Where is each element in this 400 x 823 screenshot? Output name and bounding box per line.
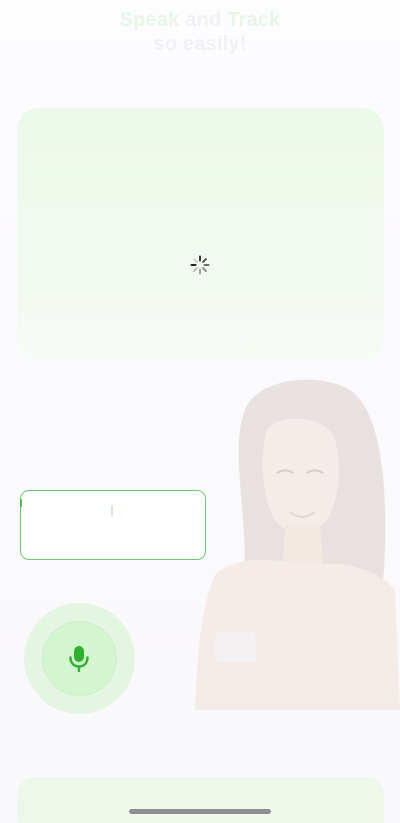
headline-speak: Speak bbox=[119, 9, 180, 31]
headline-line-2: so easily! bbox=[153, 33, 247, 55]
headline: Speak and Track so easily! bbox=[0, 8, 400, 56]
microphone-icon bbox=[69, 646, 89, 673]
demo-video-card[interactable] bbox=[17, 108, 384, 360]
headline-track: Track bbox=[227, 9, 281, 31]
speak-and-track-screen: Speak and Track so easily! bbox=[0, 0, 400, 823]
bottom-action-bar[interactable] bbox=[17, 777, 384, 823]
woman-with-phone-illustration bbox=[195, 379, 400, 710]
loading-spinner-icon bbox=[190, 255, 210, 275]
home-indicator[interactable] bbox=[129, 809, 271, 814]
text-caret bbox=[111, 505, 113, 516]
headline-line-1: Speak and Track bbox=[0, 8, 400, 32]
transcript-marker bbox=[20, 499, 22, 507]
mic-button[interactable] bbox=[42, 621, 117, 696]
headline-and: and bbox=[185, 9, 222, 31]
speech-transcript-box[interactable] bbox=[20, 490, 206, 560]
